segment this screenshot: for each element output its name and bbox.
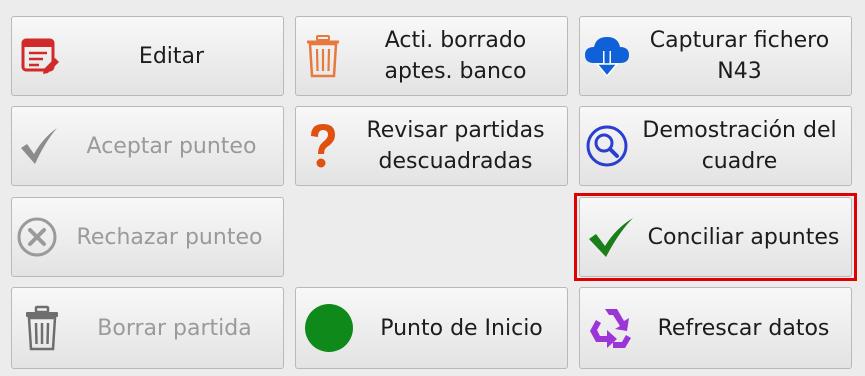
acti-borrado-button[interactable]: Acti. borrado aptes. banco: [295, 16, 568, 96]
punto-inicio-button[interactable]: Punto de Inicio: [295, 287, 568, 369]
capturar-fichero-label: Capturar fichero N43: [649, 28, 830, 84]
borrar-partida-button[interactable]: Borrar partida: [11, 287, 284, 369]
trash-can-icon: [296, 29, 350, 83]
aceptar-punteo-label: Aceptar punteo: [86, 133, 257, 159]
demostracion-cuadre-label: Demostración del cuadre: [642, 118, 837, 174]
demostracion-cuadre-button[interactable]: Demostración del cuadre: [579, 106, 852, 186]
selection-highlight: [574, 193, 857, 281]
borrar-partida-label: Borrar partida: [97, 315, 252, 341]
refrescar-datos-button[interactable]: Refrescar datos: [579, 287, 852, 369]
revisar-partidas-button[interactable]: Revisar partidas descuadradas: [295, 106, 568, 186]
green-circle-icon: [296, 301, 362, 355]
checkmark-icon: [12, 119, 66, 173]
editar-button[interactable]: Editar: [11, 16, 284, 96]
revisar-partidas-label: Revisar partidas descuadradas: [366, 118, 545, 174]
editar-label: Editar: [138, 43, 205, 69]
acti-borrado-label: Acti. borrado aptes. banco: [384, 28, 527, 84]
cloud-download-icon: [580, 29, 634, 83]
magnifier-icon: [580, 119, 634, 173]
aceptar-punteo-button[interactable]: Aceptar punteo: [11, 106, 284, 186]
refrescar-datos-label: Refrescar datos: [657, 315, 830, 341]
rechazar-punteo-label: Rechazar punteo: [76, 224, 263, 250]
trash-icon: [12, 301, 72, 355]
circle-x-icon: [12, 210, 62, 264]
question-mark-icon: [296, 119, 350, 173]
rechazar-punteo-button[interactable]: Rechazar punteo: [11, 197, 284, 277]
recycle-icon: [580, 301, 642, 355]
punto-inicio-label: Punto de Inicio: [380, 315, 543, 341]
capturar-fichero-button[interactable]: Capturar fichero N43: [579, 16, 852, 96]
edit-form-icon: [12, 29, 66, 83]
